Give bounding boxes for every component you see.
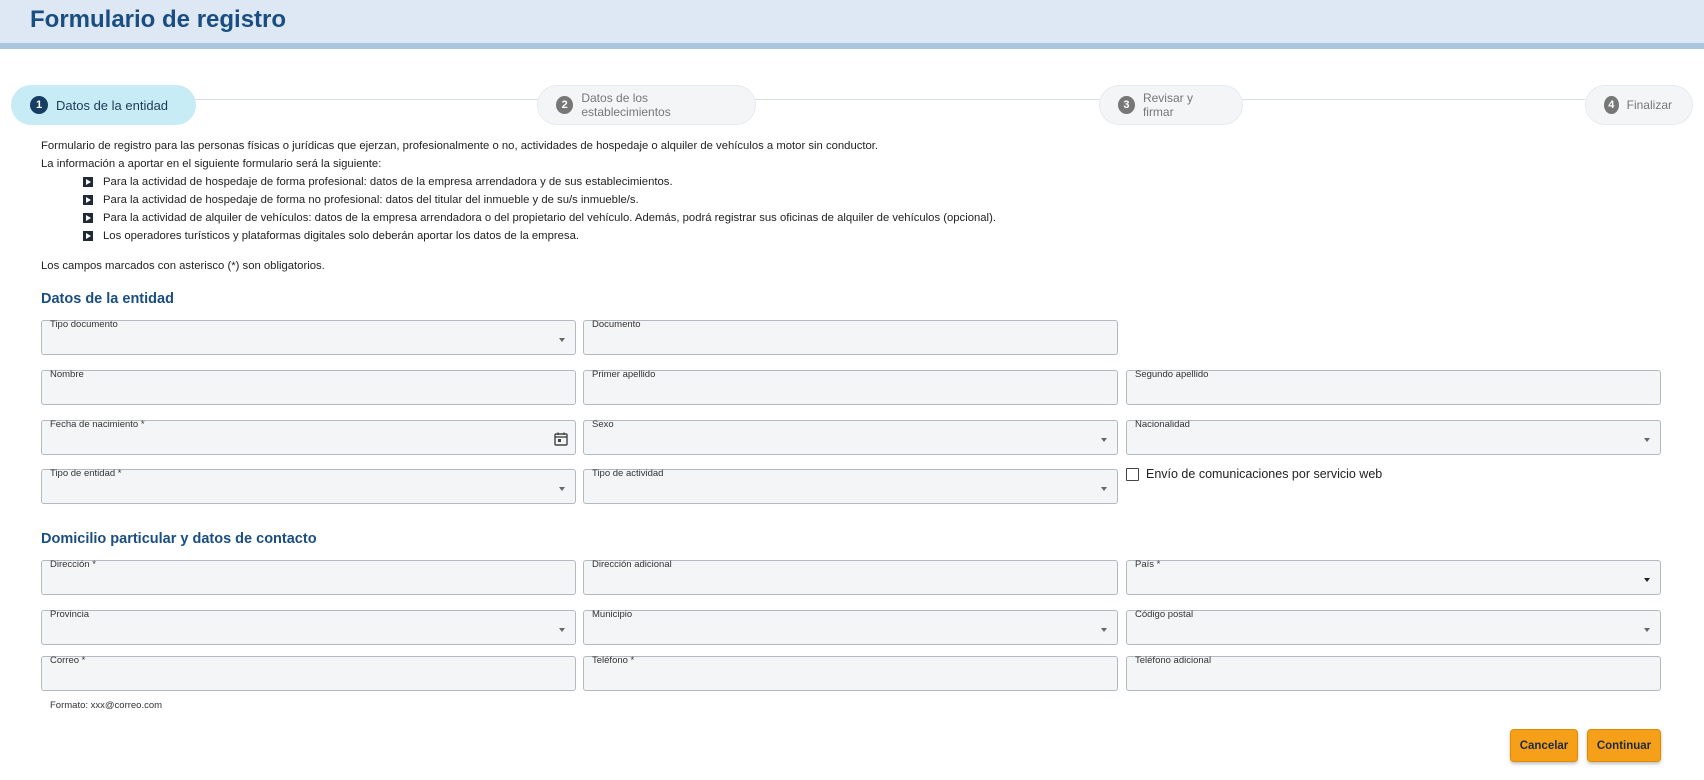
play-square-icon bbox=[83, 213, 93, 223]
tipo-entidad-select[interactable]: Tipo de entidad * bbox=[41, 468, 576, 504]
header-divider bbox=[0, 43, 1704, 49]
step-number: 2 bbox=[556, 96, 574, 114]
list-item-text: Para la actividad de hospedaje de forma … bbox=[103, 194, 639, 206]
info-list: Para la actividad de hospedaje de forma … bbox=[41, 173, 996, 245]
municipio-select[interactable]: Municipio bbox=[583, 609, 1118, 645]
field-label: Tipo de actividad bbox=[592, 468, 664, 479]
chevron-down-icon bbox=[559, 338, 565, 342]
nombre-input[interactable]: Nombre bbox=[41, 369, 576, 405]
field-label: Primer apellido bbox=[592, 369, 656, 380]
field-label: Municipio bbox=[592, 609, 633, 620]
field-label: Correo * bbox=[50, 655, 86, 666]
page-title: Formulario de registro bbox=[30, 6, 287, 33]
field-label: Dirección adicional bbox=[592, 559, 672, 570]
field-label: Provincia bbox=[50, 609, 90, 620]
primer-apellido-input[interactable]: Primer apellido bbox=[583, 369, 1118, 405]
field-label: Nacionalidad bbox=[1135, 419, 1190, 430]
intro-line: Formulario de registro para las personas… bbox=[41, 140, 879, 152]
pais-select[interactable]: País * bbox=[1126, 559, 1661, 595]
field-label: Código postal bbox=[1135, 609, 1194, 620]
stepper-connector bbox=[190, 99, 540, 100]
step-finalizar[interactable]: 4 Finalizar bbox=[1585, 85, 1693, 125]
tipo-documento-select[interactable]: Tipo documento bbox=[41, 319, 576, 355]
checkbox-label: Envío de comunicaciones por servicio web bbox=[1146, 467, 1383, 481]
list-item: Para la actividad de alquiler de vehícul… bbox=[83, 209, 996, 227]
field-label: Documento bbox=[592, 319, 641, 330]
web-service-checkbox[interactable]: Envío de comunicaciones por servicio web bbox=[1126, 467, 1382, 481]
telefono-adicional-input[interactable]: Teléfono adicional bbox=[1126, 655, 1661, 691]
fecha-nacimiento-input[interactable]: Fecha de nacimiento * bbox=[41, 419, 576, 455]
app-header: Formulario de registro bbox=[0, 0, 1704, 43]
chevron-down-icon bbox=[1101, 487, 1107, 491]
nacionalidad-select[interactable]: Nacionalidad bbox=[1126, 419, 1661, 455]
chevron-down-icon bbox=[1644, 578, 1650, 582]
field-label: Dirección * bbox=[50, 559, 96, 570]
field-label: Segundo apellido bbox=[1135, 369, 1209, 380]
chevron-down-icon bbox=[1101, 438, 1107, 442]
chevron-down-icon bbox=[559, 487, 565, 491]
cancel-button[interactable]: Cancelar bbox=[1510, 729, 1578, 762]
continue-button[interactable]: Continuar bbox=[1587, 729, 1661, 762]
step-label: Revisar y firmar bbox=[1142, 91, 1193, 119]
step-label: Finalizar bbox=[1626, 98, 1672, 112]
play-square-icon bbox=[83, 231, 93, 241]
checkbox-box[interactable] bbox=[1126, 467, 1139, 481]
correo-input[interactable]: Correo * bbox=[41, 655, 576, 691]
list-item-text: Para la actividad de alquiler de vehícul… bbox=[103, 212, 996, 224]
stepper-connector bbox=[1240, 99, 1585, 100]
field-label: Tipo documento bbox=[50, 319, 118, 330]
step-datos-entidad[interactable]: 1 Datos de la entidad bbox=[11, 85, 196, 125]
chevron-down-icon bbox=[559, 628, 565, 632]
field-label: Teléfono * bbox=[592, 655, 635, 666]
step-label: Datos de los establecimientos bbox=[581, 91, 671, 119]
chevron-down-icon bbox=[1644, 628, 1650, 632]
step-datos-establecimientos[interactable]: 2 Datos de los establecimientos bbox=[537, 85, 756, 125]
email-format-hint: Formato: xxx@correo.com bbox=[50, 700, 163, 711]
list-item: Para la actividad de hospedaje de forma … bbox=[83, 191, 996, 209]
sexo-select[interactable]: Sexo bbox=[583, 419, 1118, 455]
documento-input[interactable]: Documento bbox=[583, 319, 1118, 355]
list-item: Para la actividad de hospedaje de forma … bbox=[83, 173, 996, 191]
section-title-entidad: Datos de la entidad bbox=[41, 291, 174, 307]
tipo-actividad-select[interactable]: Tipo de actividad bbox=[583, 468, 1118, 504]
direccion-input[interactable]: Dirección * bbox=[41, 559, 576, 595]
chevron-down-icon bbox=[1644, 438, 1650, 442]
list-item-text: Para la actividad de hospedaje de forma … bbox=[103, 176, 673, 188]
list-item-text: Los operadores turísticos y plataformas … bbox=[103, 230, 579, 242]
step-revisar-firmar[interactable]: 3 Revisar y firmar bbox=[1099, 85, 1243, 125]
field-label: Nombre bbox=[50, 369, 84, 380]
field-label: Sexo bbox=[592, 419, 614, 430]
field-label: Tipo de entidad * bbox=[50, 468, 122, 479]
step-number: 4 bbox=[1604, 96, 1619, 114]
list-item: Los operadores turísticos y plataformas … bbox=[83, 227, 996, 245]
step-number: 1 bbox=[30, 96, 48, 114]
section-title-domicilio: Domicilio particular y datos de contacto bbox=[41, 531, 317, 547]
play-square-icon bbox=[83, 177, 93, 187]
direccion-adicional-input[interactable]: Dirección adicional bbox=[583, 559, 1118, 595]
field-label: Fecha de nacimiento * bbox=[50, 419, 145, 430]
stepper-connector bbox=[755, 99, 1100, 100]
intro-text: Formulario de registro para las personas… bbox=[41, 137, 996, 275]
telefono-input[interactable]: Teléfono * bbox=[583, 655, 1118, 691]
field-label: País * bbox=[1135, 559, 1161, 570]
step-number: 3 bbox=[1118, 96, 1135, 114]
calendar-icon[interactable] bbox=[554, 432, 568, 446]
intro-line: La información a aportar en el siguiente… bbox=[41, 158, 382, 170]
codigo-postal-select[interactable]: Código postal bbox=[1126, 609, 1661, 645]
provincia-select[interactable]: Provincia bbox=[41, 609, 576, 645]
required-note: Los campos marcados con asterisco (*) so… bbox=[41, 260, 325, 272]
play-square-icon bbox=[83, 195, 93, 205]
chevron-down-icon bbox=[1101, 628, 1107, 632]
segundo-apellido-input[interactable]: Segundo apellido bbox=[1126, 369, 1661, 405]
step-label: Datos de la entidad bbox=[56, 97, 169, 113]
field-label: Teléfono adicional bbox=[1135, 655, 1212, 666]
